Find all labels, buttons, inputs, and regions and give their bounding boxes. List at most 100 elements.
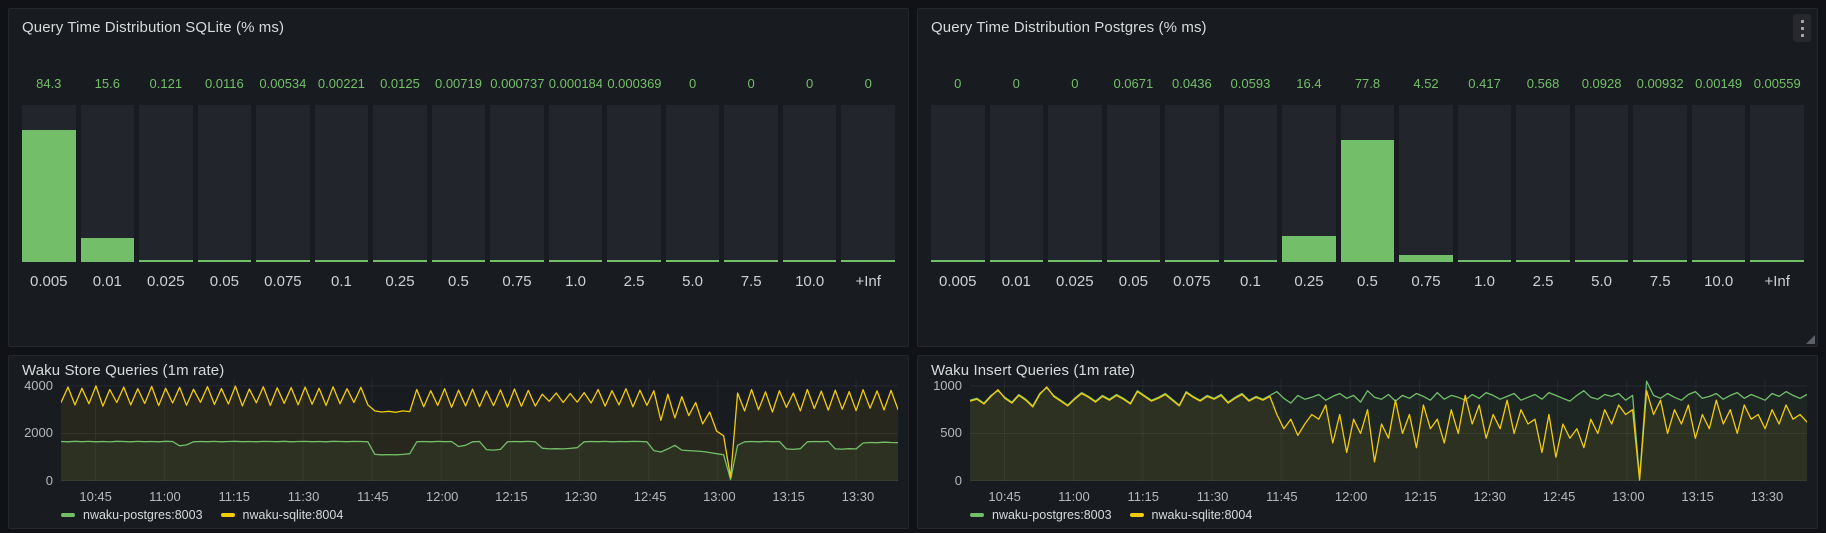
x-tick-label: 11:45 bbox=[341, 489, 405, 504]
bar-column[interactable] bbox=[1633, 105, 1687, 262]
x-tick-label: 10:45 bbox=[973, 489, 1037, 504]
bar-fill bbox=[666, 260, 720, 262]
bar-fill bbox=[490, 260, 544, 262]
bar-value-label: 0.00221 bbox=[315, 76, 369, 92]
bucket-label: 0.5 bbox=[432, 273, 486, 293]
histogram-postgres: 0000.06710.04360.059316.477.84.520.4170.… bbox=[931, 9, 1804, 346]
bar-column[interactable] bbox=[841, 105, 895, 262]
bar-value-label: 0.00149 bbox=[1692, 76, 1746, 92]
bar-value-label: 16.4 bbox=[1282, 76, 1336, 92]
bar-value-label: 0.0125 bbox=[373, 76, 427, 92]
bucket-label: 5.0 bbox=[1575, 273, 1629, 293]
bar-fill bbox=[373, 260, 427, 262]
bucket-label: 0.005 bbox=[22, 273, 76, 293]
bucket-label: 2.5 bbox=[607, 273, 661, 293]
bar-fill bbox=[1048, 260, 1102, 262]
plot-area[interactable] bbox=[970, 379, 1807, 481]
bar-column[interactable] bbox=[198, 105, 252, 262]
x-tick-label: 11:30 bbox=[1181, 489, 1245, 504]
x-tick-label: 11:00 bbox=[1042, 489, 1106, 504]
bar-column[interactable] bbox=[1575, 105, 1629, 262]
y-tick-label: 2000 bbox=[9, 426, 53, 440]
bar-column[interactable] bbox=[1282, 105, 1336, 262]
bucket-label: 0.025 bbox=[1048, 273, 1102, 293]
bar-column[interactable] bbox=[1341, 105, 1395, 262]
bar-column[interactable] bbox=[256, 105, 310, 262]
bar-value-label: 0.00719 bbox=[432, 76, 486, 92]
bar-column[interactable] bbox=[315, 105, 369, 262]
bar-column[interactable] bbox=[1516, 105, 1570, 262]
bar-fill bbox=[139, 260, 193, 262]
bar-value-labels: 84.315.60.1210.01160.005340.002210.01250… bbox=[22, 76, 895, 92]
legend-item[interactable]: nwaku-postgres:8003 bbox=[970, 508, 1112, 522]
bar-value-label: 0.00559 bbox=[1750, 76, 1804, 92]
bar-value-label: 0.568 bbox=[1516, 76, 1570, 92]
bar-column[interactable] bbox=[1399, 105, 1453, 262]
bar-value-label: 0 bbox=[783, 76, 837, 92]
bar-column[interactable] bbox=[1692, 105, 1746, 262]
bar-value-label: 0.121 bbox=[139, 76, 193, 92]
bar-column[interactable] bbox=[81, 105, 135, 262]
bar-fill bbox=[931, 260, 985, 262]
bar-value-label: 0.0928 bbox=[1575, 76, 1629, 92]
bar-value-label: 0 bbox=[841, 76, 895, 92]
bar-column[interactable] bbox=[1750, 105, 1804, 262]
bar-column[interactable] bbox=[22, 105, 76, 262]
x-tick-label: 13:15 bbox=[1666, 489, 1730, 504]
bar-value-label: 0.00534 bbox=[256, 76, 310, 92]
bucket-label: 0.075 bbox=[1165, 273, 1219, 293]
bucket-label: 0.1 bbox=[1224, 273, 1278, 293]
x-tick-label: 12:30 bbox=[549, 489, 613, 504]
bar-column[interactable] bbox=[1224, 105, 1278, 262]
bar-column[interactable] bbox=[724, 105, 778, 262]
bar-column[interactable] bbox=[931, 105, 985, 262]
bar-value-label: 0.000184 bbox=[549, 76, 603, 92]
bar-column[interactable] bbox=[432, 105, 486, 262]
bar-column[interactable] bbox=[1165, 105, 1219, 262]
bar-column[interactable] bbox=[990, 105, 1044, 262]
bar-fill bbox=[1458, 260, 1512, 262]
bar-column[interactable] bbox=[373, 105, 427, 262]
legend-item[interactable]: nwaku-postgres:8003 bbox=[61, 508, 203, 522]
bar-fill bbox=[256, 260, 310, 262]
bucket-labels: 0.0050.010.0250.050.0750.10.250.50.751.0… bbox=[22, 273, 895, 293]
legend-item[interactable]: nwaku-sqlite:8004 bbox=[221, 508, 344, 522]
bar-column[interactable] bbox=[1107, 105, 1161, 262]
bar-value-label: 0 bbox=[990, 76, 1044, 92]
bucket-label: 0.25 bbox=[373, 273, 427, 293]
bar-fill bbox=[1165, 260, 1219, 262]
bar-column[interactable] bbox=[783, 105, 837, 262]
bucket-label: 7.5 bbox=[1633, 273, 1687, 293]
x-tick-label: 12:15 bbox=[479, 489, 543, 504]
legend-item[interactable]: nwaku-sqlite:8004 bbox=[1130, 508, 1253, 522]
bar-value-label: 77.8 bbox=[1341, 76, 1395, 92]
bar-value-label: 0.417 bbox=[1458, 76, 1512, 92]
bar-column[interactable] bbox=[607, 105, 661, 262]
x-tick-label: 12:00 bbox=[410, 489, 474, 504]
bucket-label: 0.005 bbox=[931, 273, 985, 293]
bar-value-label: 0.00932 bbox=[1633, 76, 1687, 92]
bar-column[interactable] bbox=[1048, 105, 1102, 262]
bar-fill bbox=[198, 260, 252, 262]
plot-area[interactable] bbox=[61, 379, 898, 481]
bar-column[interactable] bbox=[666, 105, 720, 262]
bar-column[interactable] bbox=[1458, 105, 1512, 262]
x-tick-label: 11:00 bbox=[133, 489, 197, 504]
panel-resize-handle[interactable] bbox=[1806, 335, 1815, 344]
legend-series-label: nwaku-postgres:8003 bbox=[992, 508, 1112, 522]
bucket-label: 0.5 bbox=[1341, 273, 1395, 293]
legend-series-label: nwaku-postgres:8003 bbox=[83, 508, 203, 522]
bucket-label: 1.0 bbox=[549, 273, 603, 293]
panel-waku-insert-queries: Waku Insert Queries (1m rate) 05001000 1… bbox=[917, 355, 1818, 529]
bar-column[interactable] bbox=[549, 105, 603, 262]
bar-fill bbox=[1692, 260, 1746, 262]
x-tick-label: 11:15 bbox=[202, 489, 266, 504]
bucket-label: 0.1 bbox=[315, 273, 369, 293]
bar-column[interactable] bbox=[139, 105, 193, 262]
bar-fill bbox=[724, 260, 778, 262]
bar-column[interactable] bbox=[490, 105, 544, 262]
legend-series-swatch bbox=[1130, 513, 1144, 517]
bar-value-labels: 0000.06710.04360.059316.477.84.520.4170.… bbox=[931, 76, 1804, 92]
bar-fill bbox=[990, 260, 1044, 262]
bar-value-label: 0 bbox=[724, 76, 778, 92]
